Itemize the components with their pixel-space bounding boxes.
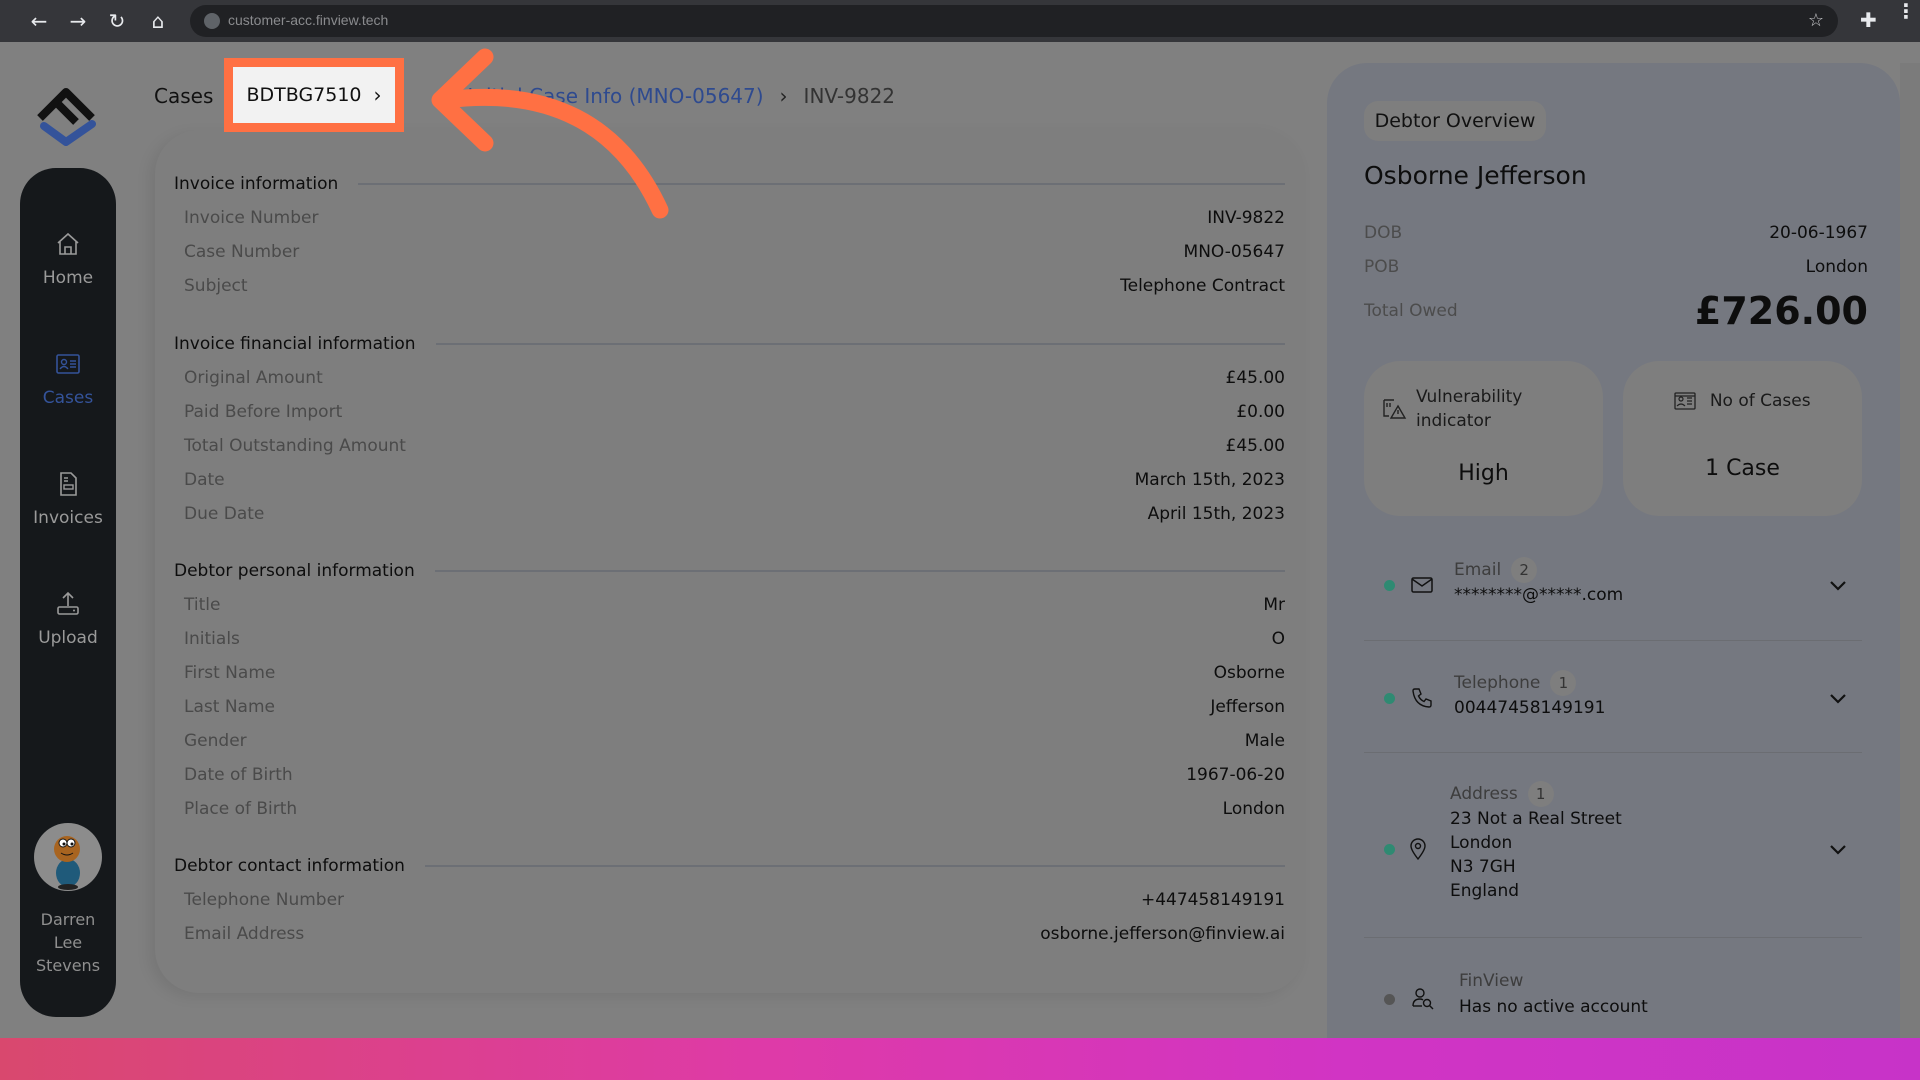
browser-toolbar: ← → ↻ ⌂ customer-acc.finview.tech ☆ ✚ ⋮ <box>0 0 1920 42</box>
status-dot-active <box>1384 844 1395 855</box>
user-search-icon <box>1412 988 1434 1010</box>
detail-row: Paid Before Import £0.00 <box>184 402 1285 422</box>
section-invoice-financial-information: Invoice financial information <box>174 334 1285 354</box>
sidebar-item-cases[interactable]: Cases <box>20 350 116 408</box>
scroll-gutter <box>1900 63 1920 1053</box>
detail-row: Email Address osborne.jefferson@finview.a… <box>184 924 1285 944</box>
masked-email: ********@*****.com <box>1454 585 1624 605</box>
detail-row: Date March 15th, 2023 <box>184 470 1285 490</box>
finview-account-item: FinView Has no active account <box>1364 971 1862 1031</box>
id-card-icon <box>56 354 80 374</box>
detail-row: Last Name Jefferson <box>184 697 1285 717</box>
section-invoice-information: Invoice information <box>174 174 1285 194</box>
detail-row: Subject Telephone Contract <box>184 276 1285 296</box>
section-debtor-personal-information: Debtor personal information <box>174 561 1285 581</box>
detail-row: Due Date April 15th, 2023 <box>184 504 1285 524</box>
address-bar[interactable]: customer-acc.finview.tech ☆ <box>190 5 1838 37</box>
globe-icon <box>204 13 220 29</box>
breadcrumb: Cases BDTBG7510 › Initial Case Info (MNO… <box>154 58 896 132</box>
detail-row: Telephone Number +447458149191 <box>184 890 1285 910</box>
user-avatar[interactable] <box>34 823 102 891</box>
chevron-right-icon: › <box>779 84 788 108</box>
reload-icon[interactable]: ↻ <box>104 8 130 34</box>
divider <box>1364 752 1862 753</box>
sidebar-item-label: Upload <box>38 628 98 648</box>
breadcrumb-cases[interactable]: Cases <box>154 84 213 108</box>
detail-row: Original Amount £45.00 <box>184 368 1285 388</box>
chevron-down-icon[interactable] <box>1826 837 1850 861</box>
divider <box>434 570 1285 572</box>
finview-logo[interactable] <box>32 84 102 146</box>
address-lines: 23 Not a Real Street London N3 7GH Engla… <box>1450 809 1622 901</box>
number-of-cases-card[interactable]: No of Cases 1 Case <box>1623 361 1862 516</box>
status-dot-inactive <box>1384 994 1395 1005</box>
id-card-icon <box>1674 392 1697 410</box>
divider <box>358 183 1285 185</box>
back-arrow-icon[interactable]: ← <box>26 8 52 34</box>
status-dot-active <box>1384 693 1395 704</box>
chevron-down-icon[interactable] <box>1826 686 1850 710</box>
home-icon[interactable]: ⌂ <box>145 8 171 34</box>
debtor-overview-panel: Debtor Overview Osborne Jefferson DOB 20-… <box>1327 63 1900 1053</box>
detail-row: Invoice Number INV-9822 <box>184 208 1285 228</box>
forward-arrow-icon[interactable]: → <box>65 8 91 34</box>
detail-row: Place of Birth London <box>184 799 1285 819</box>
breadcrumb-case-id-highlighted[interactable]: BDTBG7510 › <box>224 58 404 132</box>
home-icon <box>57 232 79 255</box>
sidebar-item-label: Cases <box>42 388 94 408</box>
vulnerability-warning-icon <box>1383 399 1407 419</box>
sidebar-item-label: Home <box>42 268 94 288</box>
chevron-right-icon: › <box>373 83 382 107</box>
count-badge: 1 <box>1527 781 1554 807</box>
contact-address-item[interactable]: Address 1 23 Not a Real Street London N3 … <box>1364 781 1862 915</box>
status-dot-active <box>1384 580 1395 591</box>
bookmark-star-icon[interactable]: ☆ <box>1808 10 1824 31</box>
phone-icon <box>1412 688 1432 708</box>
number-of-cases-value: 1 Case <box>1705 456 1780 481</box>
vulnerability-indicator-card[interactable]: Vulnerability indicator High <box>1364 361 1603 516</box>
vulnerability-value: High <box>1458 461 1509 486</box>
breadcrumb-current-invoice: INV-9822 <box>803 84 896 108</box>
envelope-icon <box>1411 577 1433 593</box>
sidebar-item-invoices[interactable]: Invoices <box>20 470 116 528</box>
divider <box>435 343 1285 345</box>
sidebar-item-label: Invoices <box>33 508 103 528</box>
extensions-puzzle-icon[interactable]: ✚ <box>1860 8 1877 32</box>
detail-row: Case Number MNO-05647 <box>184 242 1285 262</box>
count-badge: 1 <box>1550 670 1577 696</box>
debtor-overview-tab[interactable]: Debtor Overview <box>1364 101 1546 141</box>
chevron-down-icon[interactable] <box>1826 573 1850 597</box>
upload-icon <box>57 591 79 615</box>
kebab-menu-icon[interactable]: ⋮ <box>1896 1 1916 21</box>
detail-row: Title Mr <box>184 595 1285 615</box>
detail-row: Initials O <box>184 629 1285 649</box>
detail-row: Gender Male <box>184 731 1285 751</box>
telephone-number: 00447458149191 <box>1454 698 1606 718</box>
divider <box>1364 640 1862 641</box>
detail-row: First Name Osborne <box>184 663 1285 683</box>
section-debtor-contact-information: Debtor contact information <box>174 856 1285 876</box>
sidebar: Home Cases Invoices Upload Darren Lee St… <box>20 168 116 1017</box>
contact-email-item[interactable]: Email 2 ********@*****.com <box>1364 557 1862 631</box>
invoice-details-card: Invoice information Invoice Number INV-98… <box>155 130 1305 993</box>
divider <box>424 865 1285 867</box>
map-pin-icon <box>1410 838 1426 861</box>
url-text[interactable]: customer-acc.finview.tech <box>228 12 388 28</box>
user-name: Darren Lee Stevens <box>35 910 101 975</box>
sidebar-item-upload[interactable]: Upload <box>20 590 116 648</box>
debtor-name: Osborne Jefferson <box>1364 161 1587 190</box>
contact-telephone-item[interactable]: Telephone 1 00447458149191 <box>1364 670 1862 744</box>
invoice-document-icon <box>60 472 77 496</box>
sidebar-item-home[interactable]: Home <box>20 230 116 288</box>
count-badge: 2 <box>1511 557 1538 583</box>
bottom-gradient-bar <box>0 1038 1920 1080</box>
divider <box>1364 937 1862 938</box>
finview-status-text: Has no active account <box>1459 997 1648 1017</box>
detail-row: Total Outstanding Amount £45.00 <box>184 436 1285 456</box>
breadcrumb-case-info[interactable]: Initial Case Info (MNO-05647) <box>467 84 763 108</box>
detail-row: Date of Birth 1967-06-20 <box>184 765 1285 785</box>
